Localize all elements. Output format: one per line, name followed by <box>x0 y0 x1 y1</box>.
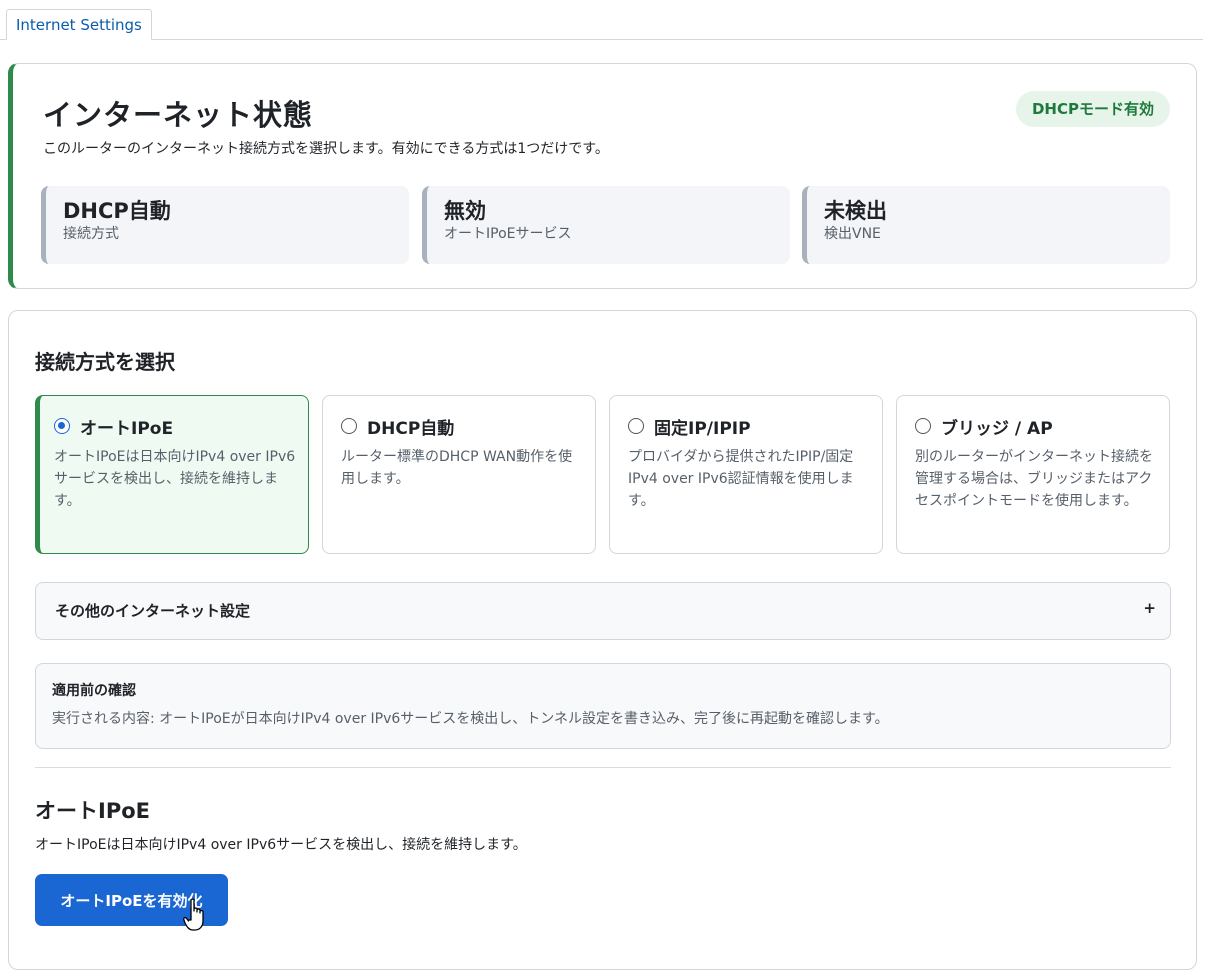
option-auto-ipoe[interactable]: オートIPoE オートIPoEは日本向けIPv4 over IPv6サービスを検… <box>35 395 309 554</box>
option-description: ルーター標準のDHCP WAN動作を使用します。 <box>341 449 573 487</box>
option-label: 固定IP/IPIP <box>654 418 751 439</box>
pre-apply-confirmation: 適用前の確認 実行される内容: オートIPoEが日本向けIPv4 over IP… <box>35 663 1171 749</box>
tab-internet-settings[interactable]: Internet Settings <box>6 9 152 40</box>
stat-value: DHCP自動 <box>63 199 171 223</box>
stat-label: オートIPoEサービス <box>444 226 572 242</box>
option-label: オートIPoE <box>80 418 174 439</box>
stat-value: 無効 <box>444 199 486 223</box>
hand-pointer-cursor-icon <box>183 898 204 931</box>
confirmation-text: 実行される内容: オートIPoEが日本向けIPv4 over IPv6サービスを… <box>52 711 889 727</box>
connection-method-card: 接続方式を選択 オートIPoE オートIPoEは日本向けIPv4 over IP… <box>8 310 1197 970</box>
option-static-ip-ipip[interactable]: 固定IP/IPIP プロバイダから提供されたIPIP/固定IPv4 over I… <box>609 395 883 554</box>
stat-auto-ipoe-service: 無効 オートIPoEサービス <box>422 186 790 264</box>
radio-button[interactable] <box>915 418 931 434</box>
plus-icon[interactable]: + <box>1143 599 1156 617</box>
option-dhcp-auto[interactable]: DHCP自動 ルーター標準のDHCP WAN動作を使用します。 <box>322 395 596 554</box>
radio-button-checked[interactable] <box>54 418 70 434</box>
status-title: インターネット状態 <box>43 98 314 132</box>
option-bridge-ap[interactable]: ブリッジ / AP 別のルーターがインターネット接続を管理する場合は、ブリッジま… <box>896 395 1170 554</box>
internet-status-card: インターネット状態 このルーターのインターネット接続方式を選択します。有効にでき… <box>8 63 1197 289</box>
tab-bar: Internet Settings <box>0 0 1203 40</box>
stat-label: 検出VNE <box>824 226 881 242</box>
radio-button[interactable] <box>341 418 357 434</box>
divider <box>35 767 1171 768</box>
stat-label: 接続方式 <box>63 226 119 242</box>
stat-detected-vne: 未検出 検出VNE <box>802 186 1170 264</box>
action-title: オートIPoE <box>35 799 150 823</box>
action-description: オートIPoEは日本向けIPv4 over IPv6サービスを検出し、接続を維持… <box>35 837 527 853</box>
option-description: 別のルーターがインターネット接続を管理する場合は、ブリッジまたはアクセスポイント… <box>915 449 1153 509</box>
confirmation-title: 適用前の確認 <box>52 683 136 699</box>
radio-button[interactable] <box>628 418 644 434</box>
status-subtitle: このルーターのインターネット接続方式を選択します。有効にできる方式は1つだけです… <box>43 141 609 157</box>
option-label: ブリッジ / AP <box>941 418 1053 439</box>
accordion-label: その他のインターネット設定 <box>55 602 251 620</box>
section-title: 接続方式を選択 <box>35 350 175 374</box>
stat-connection-method: DHCP自動 接続方式 <box>41 186 409 264</box>
stat-value: 未検出 <box>824 199 887 223</box>
option-description: オートIPoEは日本向けIPv4 over IPv6サービスを検出し、接続を維持… <box>54 449 296 509</box>
option-description: プロバイダから提供されたIPIP/固定IPv4 over IPv6認証情報を使用… <box>628 449 854 509</box>
option-label: DHCP自動 <box>367 418 455 439</box>
mode-status-badge: DHCPモード有効 <box>1015 91 1170 127</box>
other-settings-accordion[interactable]: その他のインターネット設定 + <box>35 582 1171 640</box>
